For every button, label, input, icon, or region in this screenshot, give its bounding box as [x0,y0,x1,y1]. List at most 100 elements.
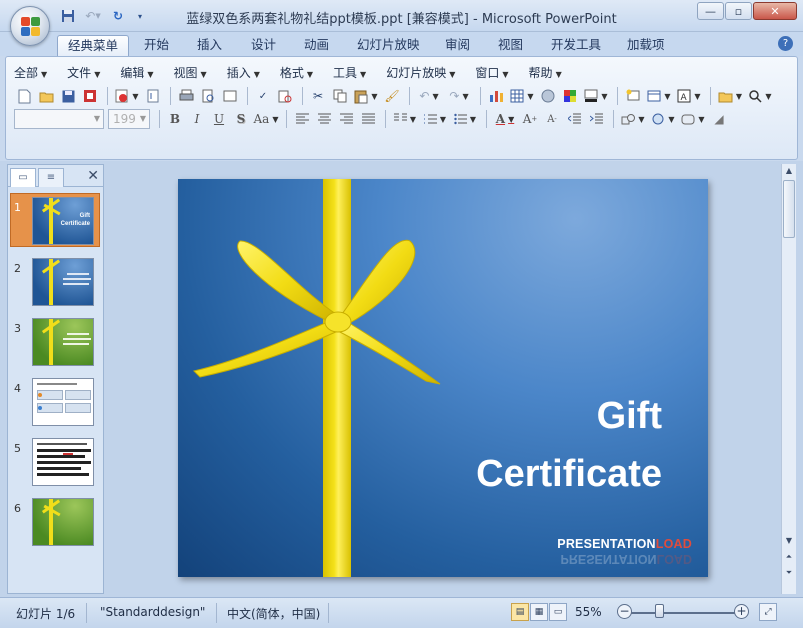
decrease-indent-icon[interactable] [564,109,584,129]
zoom-in-icon[interactable]: + [734,604,749,619]
underline-icon[interactable]: U [209,109,229,129]
scrollbar-thumb[interactable] [783,180,795,238]
layout-icon[interactable]: ▼ [645,86,673,106]
print-icon[interactable] [176,86,196,106]
cut-icon[interactable]: ✂ [308,86,328,106]
quick-style-icon[interactable]: ▼ [679,109,707,129]
format-painter-icon[interactable]: 🖌 [382,86,402,106]
slide-thumbnail-2[interactable] [32,258,94,306]
maximize-icon[interactable]: ▫ [725,2,752,20]
outline-tab-icon[interactable]: ≡ [38,168,64,187]
menu-insert[interactable]: 插入 ▼ [227,64,260,80]
previous-slide-icon[interactable]: ⏶ [782,550,796,564]
new-slide-icon[interactable] [623,86,643,106]
paste-icon[interactable]: ▼ [352,86,380,106]
scroll-down-icon[interactable]: ▼ [782,534,796,548]
tab-insert[interactable]: 插入 [187,35,232,56]
align-left-icon[interactable] [292,109,312,129]
scroll-up-icon[interactable]: ▲ [782,164,796,178]
search-icon[interactable]: ▼ [746,86,774,106]
menu-view[interactable]: 视图 ▼ [174,64,207,80]
align-center-icon[interactable] [314,109,334,129]
font-name-field[interactable]: ▼ [14,109,104,129]
zoom-slider-thumb[interactable] [655,604,664,618]
redo-icon[interactable]: ↷ ▼ [445,86,473,106]
normal-view-icon[interactable]: ▤ [511,603,529,621]
attach-icon[interactable] [143,86,163,106]
help-icon[interactable]: ? [778,36,793,51]
slide-title[interactable]: Gift Certificate [362,387,662,503]
spelling-icon[interactable]: ✓ [253,86,273,106]
zoom-level[interactable]: 55% [575,605,602,619]
shapes-icon[interactable]: ▼ [619,109,647,129]
font-size-field[interactable]: 199 ▼ [108,109,150,129]
slide-thumbnail-6[interactable] [32,498,94,546]
menu-edit[interactable]: 编辑 ▼ [120,64,153,80]
bold-icon[interactable]: B [165,109,185,129]
save-icon[interactable] [58,86,78,106]
undo-icon[interactable]: ↶ ▼ [415,86,443,106]
grow-font-icon[interactable]: A + [520,109,540,129]
export-pdf-icon[interactable]: ▼ [113,86,141,106]
office-button[interactable] [10,6,50,46]
open-folder-icon[interactable] [36,86,56,106]
justify-icon[interactable] [358,109,378,129]
save-icon[interactable] [58,6,78,26]
numbering-icon[interactable]: ▼ [421,109,449,129]
page-setup-icon[interactable] [220,86,240,106]
tab-view[interactable]: 视图 [488,35,533,56]
menu-all[interactable]: 全部 ▼ [14,64,47,80]
slide-thumbnail-4[interactable] [32,378,94,426]
print-preview-icon[interactable] [198,86,218,106]
permission-icon[interactable] [80,86,100,106]
slides-tab-icon[interactable]: ▭ [10,168,36,187]
color-icon[interactable] [560,86,580,106]
clipart-icon[interactable] [538,86,558,106]
change-case-icon[interactable]: Aa ▼ [253,109,279,129]
research-icon[interactable] [275,86,295,106]
copy-icon[interactable] [330,86,350,106]
close-panel-icon[interactable]: ✕ [87,168,99,184]
zoom-out-icon[interactable]: − [617,604,632,619]
align-right-icon[interactable] [336,109,356,129]
tab-animation[interactable]: 动画 [294,35,339,56]
fill-color-icon[interactable]: ▼ [582,86,610,106]
slide-sorter-icon[interactable]: ▦ [530,603,548,621]
slide-thumbnail-1[interactable]: Gift Certificate [32,197,94,245]
shrink-font-icon[interactable]: A- [542,109,562,129]
new-file-icon[interactable] [14,86,34,106]
close-icon[interactable]: ✕ [753,2,797,20]
menu-window[interactable]: 窗口 ▼ [475,64,508,80]
zoom-slider-track[interactable] [631,612,735,614]
shadow-icon[interactable]: S [231,109,251,129]
increase-indent-icon[interactable] [586,109,606,129]
redo-icon[interactable]: ↻ [108,6,128,26]
menu-slideshow[interactable]: 幻灯片放映 ▼ [386,64,455,80]
tab-slideshow[interactable]: 幻灯片放映 [347,35,430,56]
slideshow-view-icon[interactable]: ▭ [549,603,567,621]
tab-review[interactable]: 审阅 [435,35,480,56]
tab-design[interactable]: 设计 [241,35,286,56]
menu-tools[interactable]: 工具 ▼ [333,64,366,80]
vertical-scrollbar[interactable]: ▲ ▼ ⏶ ⏷ [781,164,796,594]
tab-classic-menu[interactable]: 经典菜单 [57,35,130,56]
bullets-icon[interactable]: ▼ [451,109,479,129]
menu-help[interactable]: 帮助 ▼ [529,64,562,80]
italic-icon[interactable]: I [187,109,207,129]
minimize-icon[interactable]: — [697,2,724,20]
tab-addins[interactable]: 加载项 [617,35,675,56]
columns-icon[interactable]: ▼ [391,109,419,129]
slide-thumbnail-5[interactable] [32,438,94,486]
arrange-icon[interactable]: ▼ [649,109,677,129]
folder-icon[interactable]: ▼ [716,86,744,106]
textbox-icon[interactable]: A ▼ [675,86,703,106]
shape-fill-icon[interactable]: ◢ [709,109,729,129]
tab-developer[interactable]: 开发工具 [541,35,611,56]
slide-thumbnail-3[interactable] [32,318,94,366]
menu-file[interactable]: 文件 ▼ [67,64,100,80]
tab-home[interactable]: 开始 [134,35,179,56]
menu-format[interactable]: 格式 ▼ [280,64,313,80]
next-slide-icon[interactable]: ⏷ [782,566,796,580]
customize-icon[interactable]: ▾ [130,6,150,26]
fit-to-window-icon[interactable]: ⤢ [759,603,777,621]
